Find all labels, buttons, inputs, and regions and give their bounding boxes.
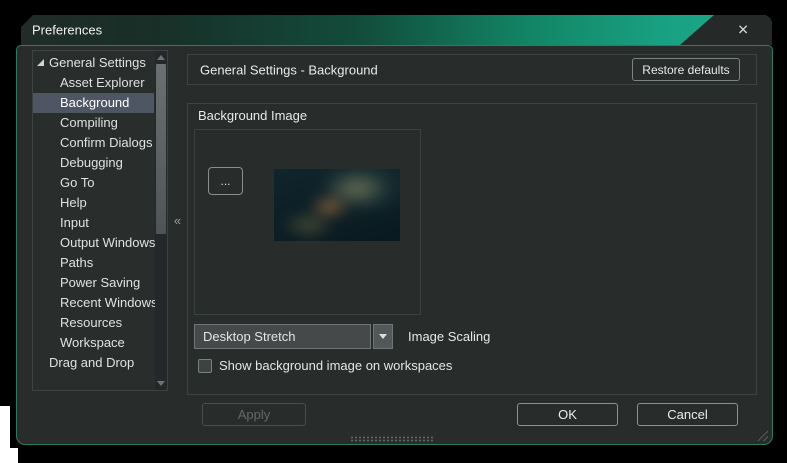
- sidebar-item-label: Help: [60, 195, 87, 210]
- sidebar-item-power-saving[interactable]: Power Saving: [33, 273, 154, 293]
- sidebar-item-label: Paths: [60, 255, 93, 270]
- scroll-up-icon[interactable]: [155, 51, 167, 64]
- sidebar-item-label: Asset Explorer: [60, 75, 145, 90]
- page-title: General Settings - Background: [200, 62, 378, 77]
- group-label: Background Image: [198, 108, 307, 123]
- sidebar-item-paths[interactable]: Paths: [33, 253, 154, 273]
- apply-button[interactable]: Apply: [202, 403, 306, 426]
- sidebar-item-drag-and-drop[interactable]: Drag and Drop: [33, 353, 154, 373]
- ok-button[interactable]: OK: [517, 403, 618, 426]
- dialog-content: General Settings Asset Explorer Background…: [16, 45, 773, 445]
- settings-tree: General Settings Asset Explorer Background…: [32, 50, 168, 391]
- image-scaling-label: Image Scaling: [408, 324, 490, 349]
- sidebar-item-general-settings[interactable]: General Settings: [33, 53, 154, 73]
- sidebar-item-label: Resources: [60, 315, 122, 330]
- background-image-preview: [274, 169, 400, 241]
- close-icon[interactable]: ✕: [737, 22, 749, 39]
- sidebar-item-label: Drag and Drop: [49, 355, 134, 370]
- sidebar-item-label: Compiling: [60, 115, 118, 130]
- sidebar-item-label: General Settings: [49, 55, 146, 70]
- resize-grip-icon[interactable]: [757, 430, 768, 441]
- sidebar-item-asset-explorer[interactable]: Asset Explorer: [33, 73, 154, 93]
- cancel-button[interactable]: Cancel: [637, 403, 738, 426]
- sidebar-item-label: Recent Windows: [60, 295, 158, 310]
- page-background-corner: [0, 448, 18, 463]
- sidebar-item-background[interactable]: Background: [33, 93, 154, 113]
- select-value[interactable]: Desktop Stretch: [194, 324, 371, 349]
- drag-handle-dots[interactable]: [350, 436, 434, 442]
- select-arrow-button[interactable]: [373, 324, 393, 349]
- sidebar-item-recent-windows[interactable]: Recent Windows: [33, 293, 154, 313]
- section-header: General Settings - Background Restore de…: [187, 54, 757, 85]
- collapse-chevrons-icon[interactable]: «: [174, 213, 181, 228]
- background-image-group: Background Image ... Desktop Stretch Ima…: [187, 103, 757, 395]
- sidebar-item-output-windows[interactable]: Output Windows: [33, 233, 154, 253]
- sidebar-item-confirm-dialogs[interactable]: Confirm Dialogs: [33, 133, 154, 153]
- close-button-notch: [680, 15, 772, 45]
- show-on-workspaces-checkbox[interactable]: [198, 359, 212, 373]
- sidebar-item-label: Output Windows: [60, 235, 155, 250]
- sidebar-item-label: Input: [60, 215, 89, 230]
- checkbox-label: Show background image on workspaces: [219, 358, 452, 373]
- restore-defaults-button[interactable]: Restore defaults: [632, 58, 740, 81]
- sidebar-item-label: Debugging: [60, 155, 123, 170]
- preferences-window: Preferences ✕ General Settings Asset Expl…: [16, 14, 773, 445]
- sidebar-item-label: Go To: [60, 175, 94, 190]
- sidebar-item-go-to[interactable]: Go To: [33, 173, 154, 193]
- sidebar-item-label: Workspace: [60, 335, 125, 350]
- sidebar-item-compiling[interactable]: Compiling: [33, 113, 154, 133]
- sidebar-item-resources[interactable]: Resources: [33, 313, 154, 333]
- tree-scrollbar[interactable]: [155, 51, 167, 390]
- chevron-down-icon: [379, 334, 387, 339]
- sidebar-item-input[interactable]: Input: [33, 213, 154, 233]
- sidebar-item-debugging[interactable]: Debugging: [33, 153, 154, 173]
- scrollbar-thumb[interactable]: [156, 64, 166, 234]
- scroll-down-icon[interactable]: [155, 377, 167, 390]
- sidebar-tree: General Settings Asset Explorer Background…: [33, 53, 154, 373]
- sidebar-item-help[interactable]: Help: [33, 193, 154, 213]
- browse-button[interactable]: ...: [208, 167, 243, 195]
- tree-expanded-icon[interactable]: [37, 59, 44, 66]
- sidebar-item-workspace[interactable]: Workspace: [33, 333, 154, 353]
- title-bar[interactable]: Preferences ✕: [21, 15, 772, 45]
- sidebar-item-label: Background: [60, 95, 129, 110]
- preview-artwork: [274, 169, 400, 241]
- image-scaling-select[interactable]: Desktop Stretch: [194, 324, 393, 349]
- image-picker-area: ...: [194, 129, 421, 315]
- sidebar-collapse-splitter[interactable]: «: [168, 50, 187, 391]
- sidebar-item-label: Power Saving: [60, 275, 140, 290]
- sidebar-item-label: Confirm Dialogs: [60, 135, 152, 150]
- window-title: Preferences: [32, 23, 102, 38]
